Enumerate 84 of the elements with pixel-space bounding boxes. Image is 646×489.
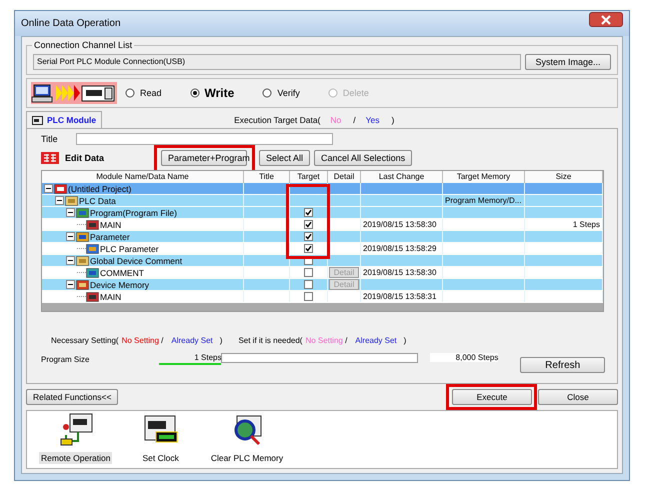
edit-button[interactable]: Parameter+Program: [161, 150, 247, 166]
target-checkbox[interactable]: [304, 220, 313, 229]
radio-icon: [328, 88, 338, 98]
table-cell: 2019/08/15 13:58:29: [363, 244, 436, 253]
memory-icon: [76, 279, 89, 290]
edit-button[interactable]: Select All: [259, 150, 310, 166]
target-checkbox[interactable]: [304, 292, 313, 301]
execution-target-label: Execution Target Data( No / Yes ): [234, 114, 394, 124]
tree-label: Program(Program File): [90, 208, 177, 218]
tree-label: Global Device Comment: [90, 256, 182, 266]
collapse-icon[interactable]: [44, 184, 53, 193]
footer-button[interactable]: Execute: [452, 389, 532, 405]
edit-data-icon: [41, 152, 59, 164]
table-cell: 1 Steps: [572, 220, 600, 229]
module-icon: [32, 116, 43, 124]
target-checkbox[interactable]: [304, 244, 313, 253]
collapse-icon[interactable]: [66, 256, 75, 265]
group-label: Connection Channel List: [32, 40, 134, 50]
tree-label: PLC Data: [79, 196, 116, 206]
close-icon: [600, 14, 612, 24]
close-button[interactable]: [589, 12, 623, 27]
comment-file-icon: [86, 267, 99, 278]
table-row[interactable]: MAIN 2019/08/15 13:58:31: [42, 291, 603, 303]
target-checkbox[interactable]: [304, 268, 313, 277]
radio-icon: [262, 88, 272, 98]
table-cell: Program Memory/D...: [445, 196, 522, 205]
system-image-button[interactable]: System Image...: [525, 54, 611, 70]
tree-label: MAIN: [100, 292, 122, 302]
tree-label: MAIN: [100, 220, 122, 230]
remote-operation-icon[interactable]: [58, 413, 94, 447]
mode-radio[interactable]: Read: [125, 88, 162, 98]
table-cell: 2019/08/15 13:58:31: [363, 292, 436, 301]
table-row[interactable]: Parameter: [42, 231, 603, 243]
tree-label: COMMENT: [100, 268, 144, 278]
related-functions-button[interactable]: Related Functions<<: [26, 389, 118, 405]
mode-radio[interactable]: Verify: [262, 88, 300, 98]
function-label[interactable]: Set Clock: [140, 452, 181, 464]
program-size-label: Program Size: [41, 355, 90, 364]
footer-button[interactable]: Close: [538, 389, 618, 405]
parameter-icon: [76, 231, 89, 242]
function-label[interactable]: Remote Operation: [39, 452, 112, 464]
table-row[interactable]: Device Memory Detail: [42, 279, 603, 291]
capacity-steps: 8,000 Steps: [430, 353, 498, 362]
legend-text: Set if it is needed( No Setting / Already Set ): [238, 336, 406, 345]
table-row[interactable]: Global Device Comment: [42, 255, 603, 267]
target-checkbox[interactable]: [304, 280, 313, 289]
plc-module-tab[interactable]: PLC Module: [26, 111, 102, 128]
edit-data-label: Edit Data: [65, 153, 106, 163]
mode-radio[interactable]: Write: [190, 86, 234, 100]
collapse-icon[interactable]: [66, 280, 75, 289]
title-field[interactable]: [76, 133, 333, 145]
table-cell: 2019/08/15 13:58:30: [363, 220, 436, 229]
legend-text: Necessary Setting( No Setting / Already Set ): [51, 336, 222, 345]
program-file-icon: [86, 219, 99, 230]
tree-label: Parameter: [90, 232, 130, 242]
tree-label: PLC Parameter: [100, 244, 159, 254]
table-row[interactable]: COMMENT Detail 2019/08/15 13:58:30: [42, 267, 603, 279]
radio-icon: [125, 88, 135, 98]
target-checkbox[interactable]: [304, 208, 313, 217]
tree-label: Device Memory: [90, 280, 150, 290]
folder-icon: [65, 195, 78, 206]
collapse-icon[interactable]: [66, 232, 75, 241]
connection-field: Serial Port PLC Module Connection(USB): [33, 54, 521, 70]
collapse-icon[interactable]: [55, 196, 64, 205]
table-row[interactable]: PLC Data Program Memory/D...: [42, 195, 603, 207]
window-title: Online Data Operation: [21, 18, 121, 29]
tree-label: (Untitled Project): [68, 184, 132, 194]
parameter-file-icon: [86, 243, 99, 254]
title-label: Title: [41, 134, 58, 144]
collapse-icon[interactable]: [66, 208, 75, 217]
edit-button[interactable]: Cancel All Selections: [314, 150, 412, 166]
table-row[interactable]: MAIN 2019/08/15 13:58:30 1 Steps: [42, 219, 603, 231]
radio-icon: [190, 88, 200, 98]
table-row[interactable]: (Untitled Project): [42, 183, 603, 195]
table-cell: 2019/08/15 13:58:30: [363, 268, 436, 277]
refresh-button[interactable]: Refresh: [520, 357, 605, 373]
table-row[interactable]: PLC Parameter 2019/08/15 13:58:29: [42, 243, 603, 255]
memory-file-icon: [86, 291, 99, 302]
target-checkbox[interactable]: [304, 232, 313, 241]
function-label[interactable]: Clear PLC Memory: [208, 452, 286, 464]
program-icon: [76, 207, 89, 218]
comment-icon: [76, 255, 89, 266]
table-row[interactable]: Program(Program File): [42, 207, 603, 219]
write-to-plc-icon: [31, 82, 117, 104]
